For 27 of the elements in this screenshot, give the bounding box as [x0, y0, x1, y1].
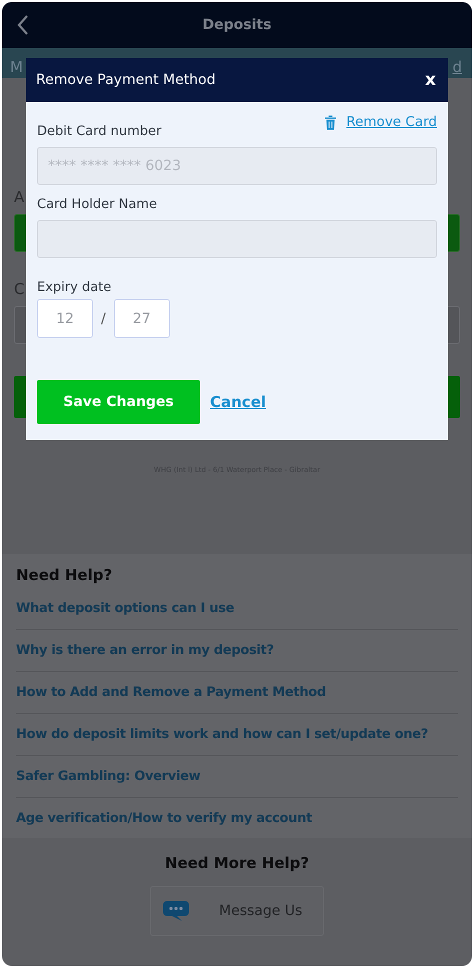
message-us-button[interactable]: Message Us: [150, 886, 324, 936]
field-label: Expiry date: [37, 280, 112, 295]
modal-title: Remove Payment Method: [36, 72, 216, 88]
input-field[interactable]: [37, 220, 437, 258]
trash-icon: [325, 114, 336, 130]
help-link[interactable]: Safer Gambling: Overview: [16, 769, 200, 784]
help-link[interactable]: Age verification/How to verify my account: [16, 811, 312, 826]
cancel-link[interactable]: Cancel: [210, 393, 266, 411]
close-button[interactable]: x: [423, 70, 438, 90]
tab-label[interactable]: M: [10, 58, 23, 76]
section-title: Need Help?: [16, 566, 114, 584]
page-title: Deposits: [202, 17, 272, 33]
field-label: Debit Card number: [37, 124, 162, 139]
field-label: Card Holder Name: [37, 197, 157, 212]
help-link[interactable]: How do deposit limits work and how can I set/update one?: [16, 727, 428, 742]
year-field[interactable]: 27: [114, 299, 170, 338]
save-changes-button[interactable]: Save Changes: [37, 380, 200, 424]
chat-icon: [163, 900, 189, 922]
back-icon[interactable]: [17, 14, 29, 36]
month-field[interactable]: 12: [37, 299, 93, 338]
help-link[interactable]: How to Add and Remove a Payment Method: [16, 685, 326, 700]
help-link[interactable]: Why is there an error in my deposit?: [16, 643, 274, 658]
remove-card-link[interactable]: Remove Card: [325, 114, 437, 130]
section-title: Need More Help?: [164, 854, 310, 872]
date-separator: /: [101, 310, 106, 326]
add-method-link[interactable]: d: [452, 58, 462, 76]
help-link[interactable]: What deposit options can I use: [16, 601, 234, 616]
